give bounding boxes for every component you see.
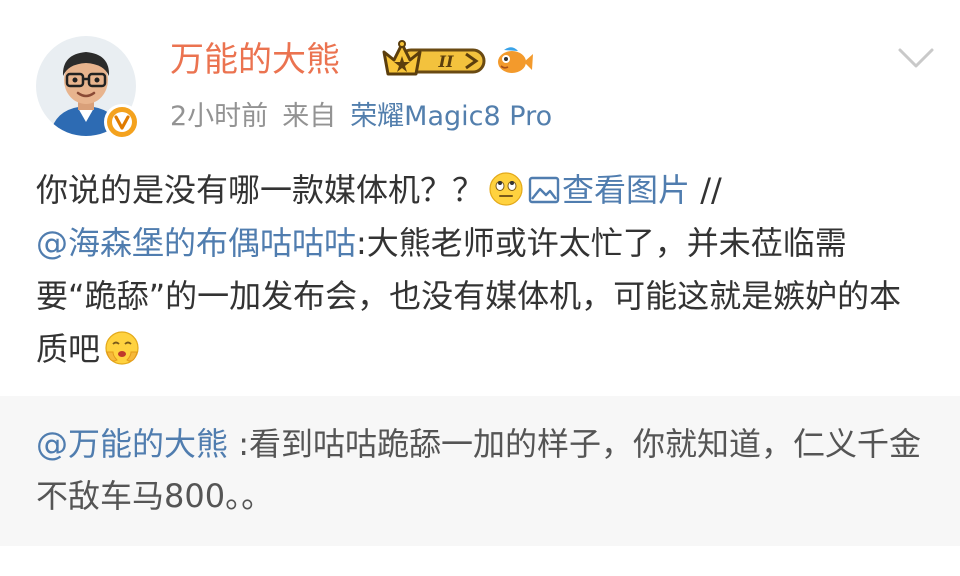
fish-fan-icon[interactable] — [494, 40, 534, 80]
post-text-main: 你说的是没有哪一款媒体机？？ — [36, 171, 485, 209]
eye-roll-emoji — [489, 172, 523, 206]
verified-v-icon — [104, 104, 140, 140]
quoted-mention-link[interactable]: @万能的大熊 — [36, 425, 228, 463]
post-text: 你说的是没有哪一款媒体机？？ 查看图片 //@海森堡的布偶咕咕咕:大熊老师或许太… — [36, 164, 926, 376]
image-icon — [528, 176, 560, 204]
post-time: 2小时前 — [170, 101, 269, 132]
level-badge-text: II — [438, 52, 454, 71]
quoted-post[interactable]: @万能的大熊 :看到咕咕跪舔一加的样子，你就知道，仁义千金不敌车马800。。 — [0, 396, 960, 546]
username[interactable]: 万能的大熊 — [170, 36, 340, 84]
post-meta: 2小时前 来自 荣耀Magic8 Pro — [170, 98, 566, 136]
repost-separator: // — [700, 171, 722, 209]
cover-face-emoji — [105, 331, 139, 365]
source-device[interactable]: 荣耀Magic8 Pro — [350, 101, 552, 132]
quoted-post-text: @万能的大熊 :看到咕咕跪舔一加的样子，你就知道，仁义千金不敌车马800。。 — [36, 418, 926, 522]
crown-level-icon[interactable]: II — [382, 40, 488, 80]
weibo-post-card: 万能的大熊 II 2小时前 来自 荣耀Magic8 Pro 你说的是没有哪一款媒… — [0, 0, 960, 576]
chevron-down-icon[interactable] — [896, 44, 936, 72]
mention-link[interactable]: @海森堡的布偶咕咕咕 — [36, 224, 356, 262]
view-image-label: 查看图片 — [562, 171, 691, 209]
view-image-link[interactable]: 查看图片 — [528, 171, 690, 209]
source-prefix: 来自 — [282, 101, 337, 132]
